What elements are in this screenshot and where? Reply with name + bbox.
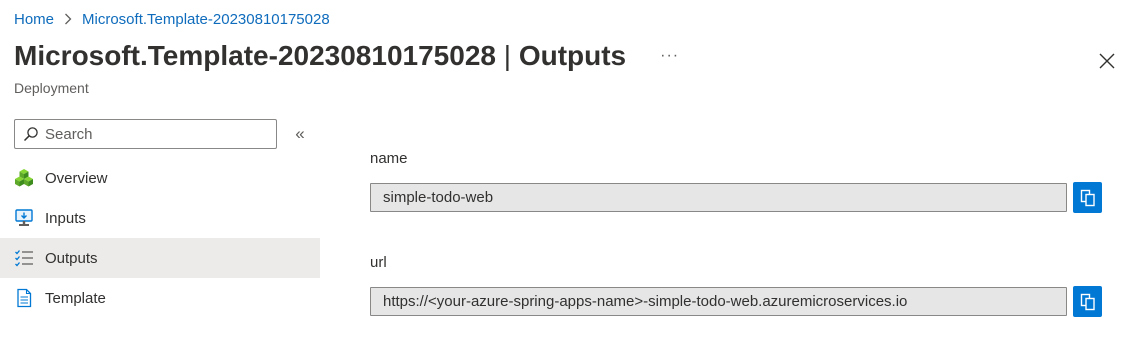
breadcrumb-home-link[interactable]: Home [14,11,54,28]
output-url-label: url [370,254,387,271]
outputs-icon [14,248,34,268]
search-box[interactable] [14,119,277,149]
sidebar-nav: Overview Inputs Outputs Template [0,158,320,318]
title-separator: | [495,40,519,71]
close-button[interactable] [1097,51,1117,71]
sidebar-item-outputs[interactable]: Outputs [0,238,320,278]
sidebar-item-overview[interactable]: Overview [0,158,320,198]
sidebar-item-label: Outputs [45,249,98,267]
sidebar-item-template[interactable]: Template [0,278,320,318]
more-options-button[interactable]: ··· [656,45,683,67]
sidebar-item-inputs[interactable]: Inputs [0,198,320,238]
breadcrumb: Home Microsoft.Template-20230810175028 [14,9,330,29]
page-header: Microsoft.Template-20230810175028 | Outp… [14,40,683,72]
page-title: Microsoft.Template-20230810175028 | Outp… [14,40,626,72]
page-subtitle: Deployment [14,80,89,96]
overview-icon [14,168,34,188]
output-name-value[interactable]: simple-todo-web [370,183,1067,212]
output-name-label: name [370,150,408,167]
page-name: Outputs [518,40,627,71]
copy-name-button[interactable] [1073,182,1102,213]
template-icon [14,288,34,308]
resource-name: Microsoft.Template-20230810175028 [14,40,496,71]
breadcrumb-deployment-link[interactable]: Microsoft.Template-20230810175028 [82,11,330,28]
chevron-right-icon [64,13,72,25]
output-url-value[interactable]: https://<your-azure-spring-apps-name>-si… [370,287,1067,316]
inputs-icon [14,208,34,228]
search-icon [23,126,39,142]
copy-icon [1080,293,1095,310]
collapse-sidebar-button[interactable]: « [291,124,309,144]
copy-url-button[interactable] [1073,286,1102,317]
sidebar-item-label: Overview [45,169,108,187]
search-input[interactable] [45,125,265,143]
sidebar-item-label: Template [45,289,106,307]
sidebar-item-label: Inputs [45,209,86,227]
copy-icon [1080,189,1095,206]
close-icon [1099,53,1115,69]
